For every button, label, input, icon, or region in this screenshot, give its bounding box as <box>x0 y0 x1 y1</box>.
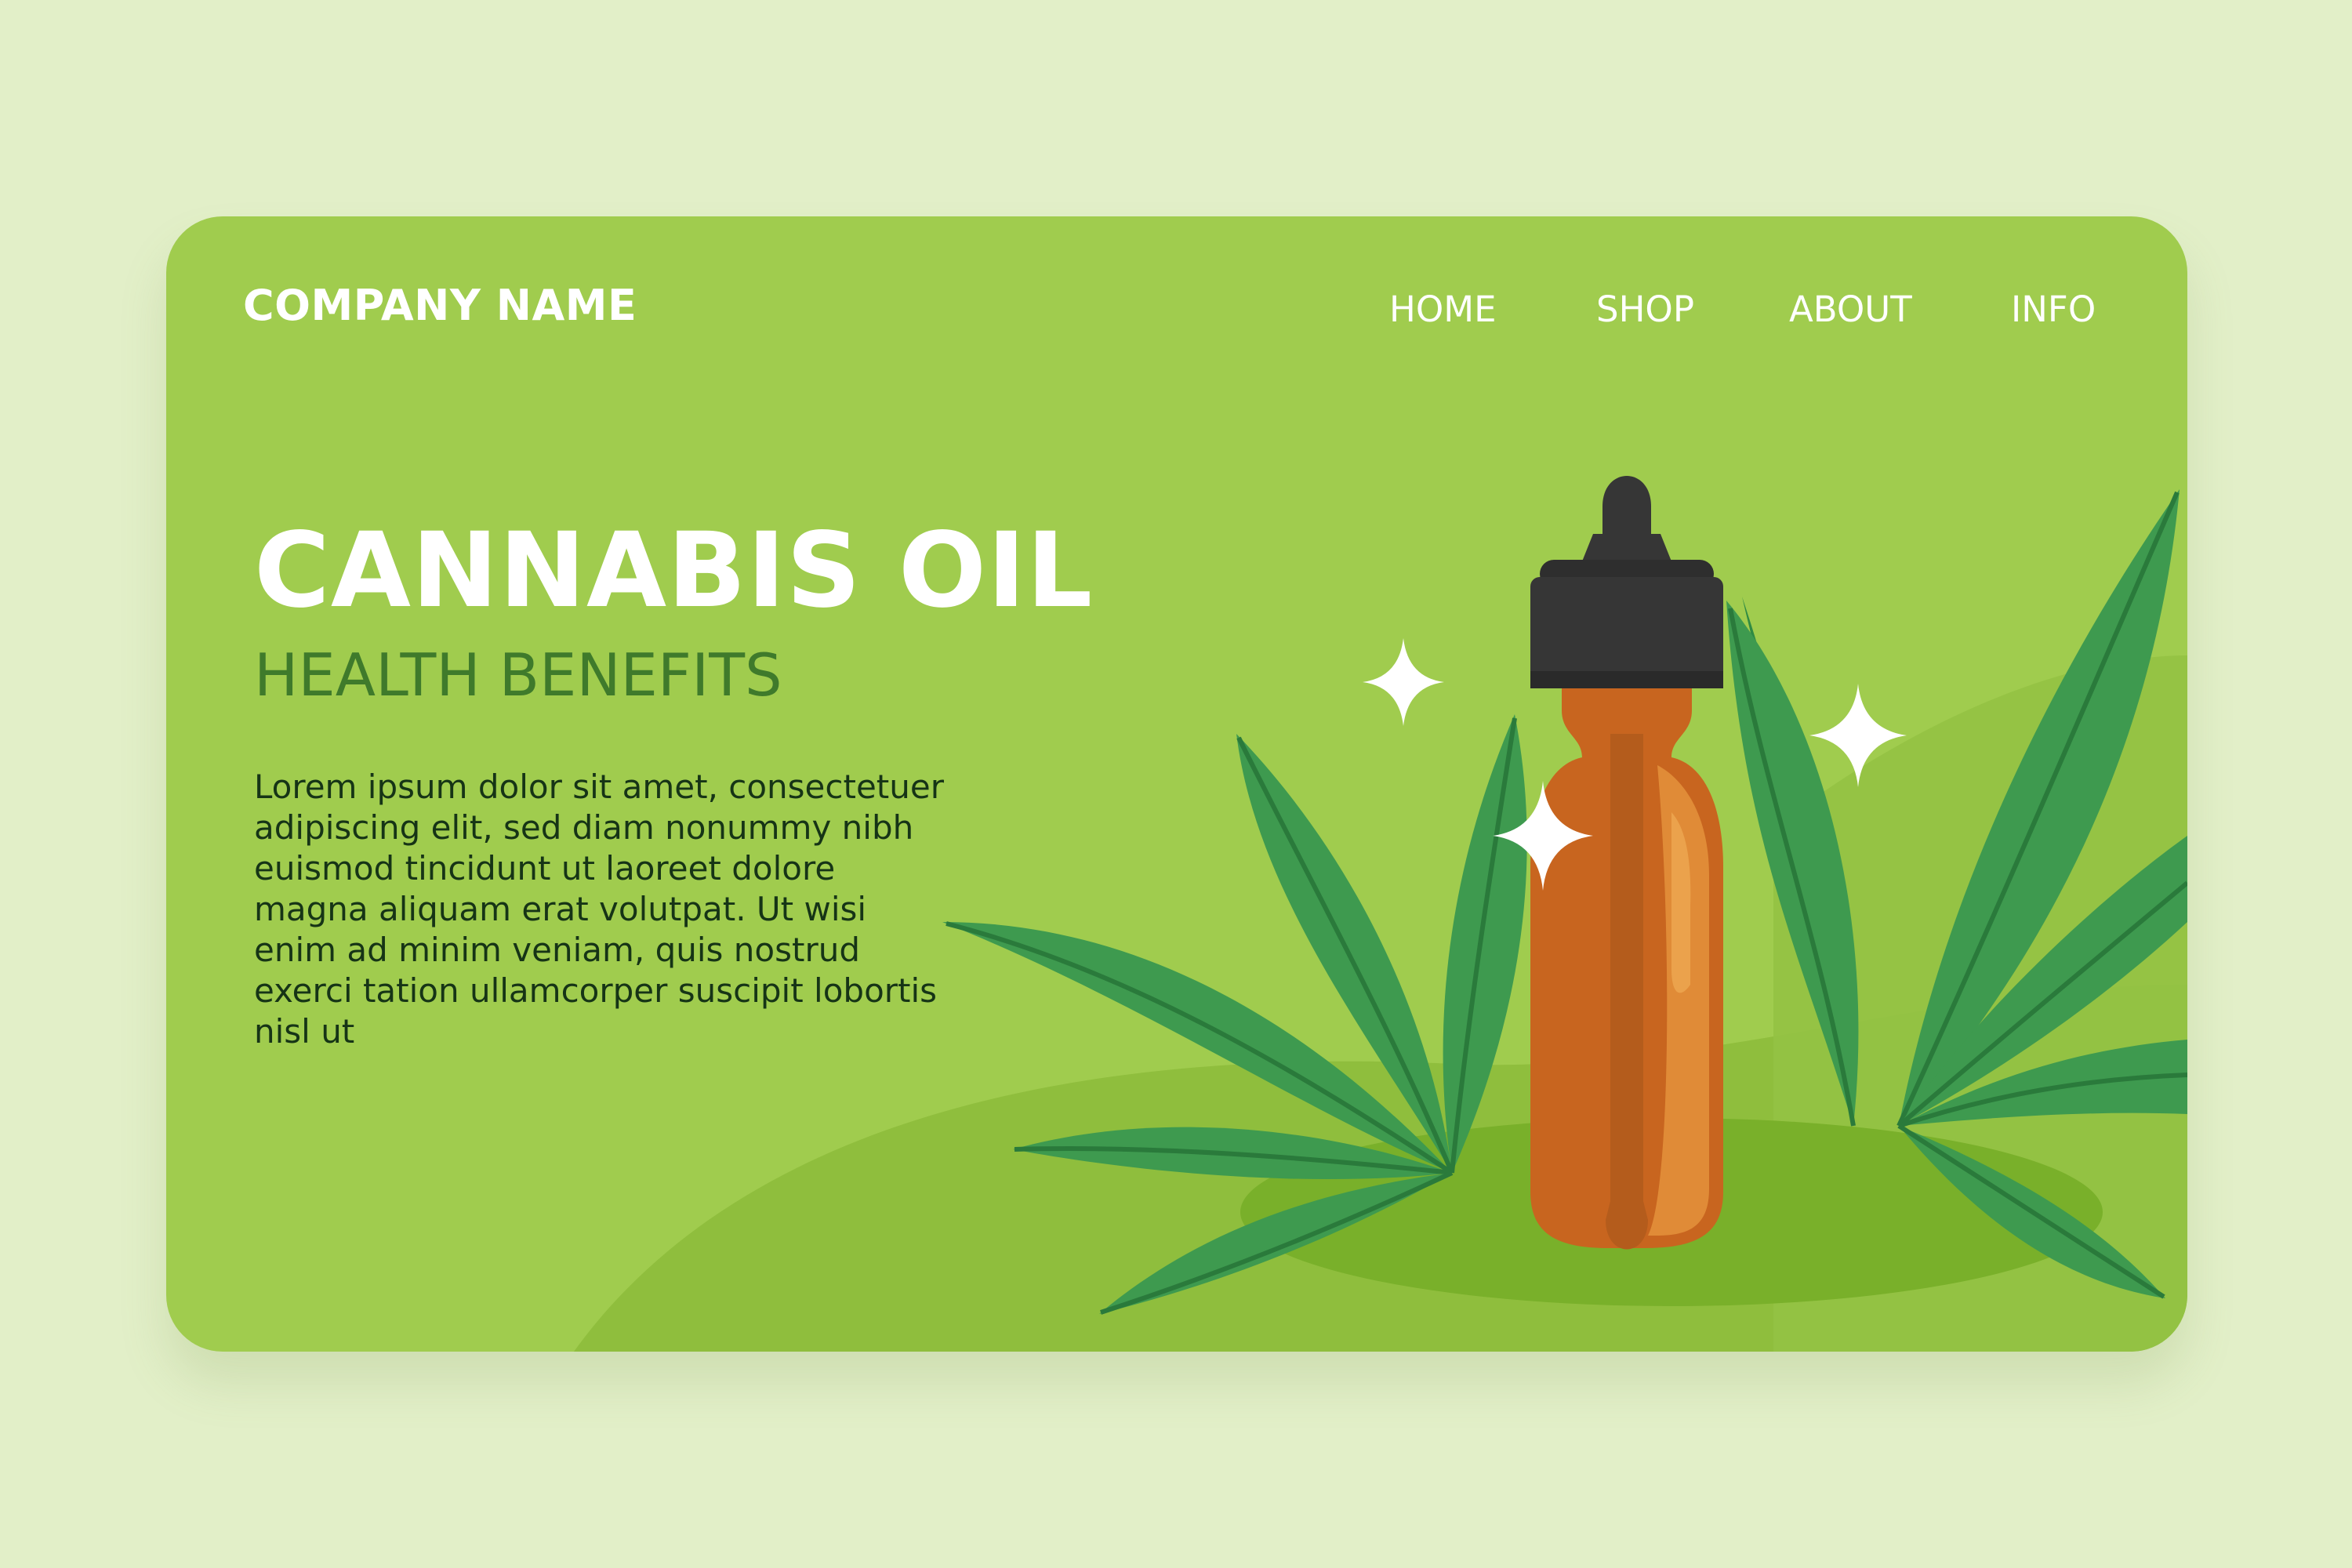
description-line: exerci tation ullamcorper suscipit lobor… <box>254 971 938 1010</box>
description-line: adipiscing elit, sed diam nonummy nibh <box>254 808 914 847</box>
landing-card: COMPANY NAME HOME SHOP ABOUT INFO CANNAB… <box>166 216 2187 1352</box>
nav-link-about[interactable]: ABOUT <box>1789 289 1912 330</box>
description-line: magna aliquam erat volutpat. Ut wisi <box>254 890 867 928</box>
sparkle-icon <box>1363 638 1444 726</box>
hero-description: Lorem ipsum dolor sit amet, consectetuer… <box>254 767 1054 1052</box>
nav-link-home[interactable]: HOME <box>1389 289 1497 330</box>
nav-link-shop[interactable]: SHOP <box>1596 289 1694 330</box>
main-nav: HOME SHOP ABOUT INFO <box>166 289 2187 343</box>
dropper-bottle-icon <box>1530 476 1723 1250</box>
hero-title: CANNABIS OIL <box>254 510 1094 631</box>
description-line: enim ad minim veniam, quis nostrud <box>254 931 861 969</box>
hero-subtitle: HEALTH BENEFITS <box>254 641 782 710</box>
nav-link-info[interactable]: INFO <box>2011 289 2096 330</box>
description-line: euismod tincidunt ut laoreet dolore <box>254 849 836 887</box>
description-line: nisl ut <box>254 1012 355 1051</box>
description-line: Lorem ipsum dolor sit amet, consectetuer <box>254 768 944 806</box>
